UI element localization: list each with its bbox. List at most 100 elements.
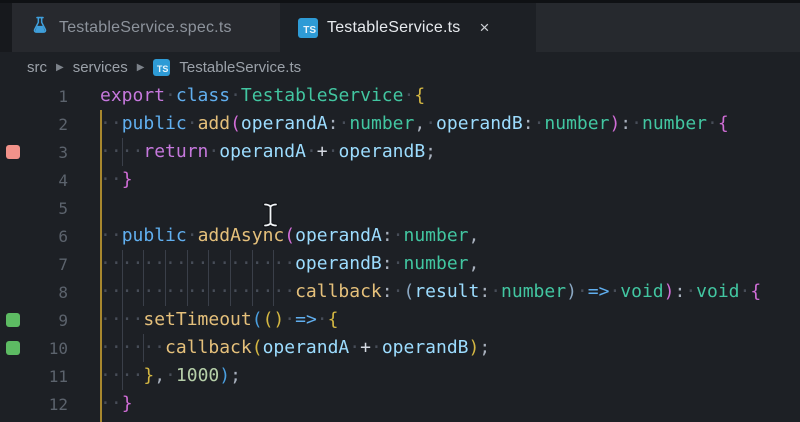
code-line[interactable]: 3 ····return·operandA·+·operandB; [0,138,800,166]
code-token: ) [468,337,480,358]
code-token: ; [230,365,241,386]
indent-guide [143,334,145,362]
code-token: { [327,309,339,330]
code-token: ; [425,141,437,162]
whitespace-dots: · [349,337,361,358]
breadcrumb-services[interactable]: services [73,59,128,76]
code-line[interactable]: 6 ··public·addAsync(operandA:·number, [0,222,800,250]
line-number: 3 [58,142,68,162]
breadcrumb-src[interactable]: src [27,59,47,76]
gutter-marker-cell[interactable] [0,166,26,194]
code-token: , [414,113,426,134]
code-token: TestableService [240,85,404,106]
tab-bar-left-edge [0,3,12,52]
tab-label: TestableService.spec.ts [59,18,232,36]
code-token: operandA [219,141,306,162]
code-line-content[interactable] [68,194,800,222]
code-token: operandA [295,225,382,246]
code-line[interactable]: 5 [0,194,800,222]
code-line[interactable]: 4 ··} [0,166,800,194]
code-token: ) [663,281,675,302]
code-line-content[interactable]: ··public·addAsync(operandA:·number, [68,222,800,250]
gutter-marker-cell[interactable] [0,82,26,110]
whitespace-dots: · [533,113,545,134]
code-line-content[interactable]: ··public·add(operandA:·number,·operandB:… [68,110,800,138]
whitespace-dots: · [165,365,176,386]
code-token: number [403,253,469,274]
whitespace-dots: · [392,253,404,274]
indent-guide [121,306,123,334]
code-token: class [175,85,231,106]
breadcrumb-file[interactable]: TestableService.ts [179,59,301,76]
code-token: + [360,337,371,358]
indent-guide [230,278,232,306]
code-token: , [468,225,480,246]
code-line-content[interactable]: ··················callback:·(result:·num… [68,278,800,306]
tab-testableservice[interactable]: TS TestableService.ts × [280,3,536,52]
whitespace-dots: · [284,309,296,330]
indent-guide [121,250,123,278]
code-line[interactable]: 12 ··} [0,390,800,418]
code-line-content[interactable]: ····return·operandA·+·operandB; [68,138,800,166]
gutter-marker-cell[interactable] [0,390,26,418]
code-line-content[interactable]: ··} [68,166,800,194]
gutter-marker-cell[interactable] [0,222,26,250]
gutter-marker-cell[interactable] [0,138,26,166]
close-icon[interactable]: × [479,19,489,36]
gutter-marker-cell[interactable] [0,110,26,138]
code-line-content[interactable]: ····},·1000); [68,362,800,390]
code-token: operandB [436,113,523,134]
line-number: 11 [48,366,68,386]
indent-guide [121,138,123,166]
code-line-content[interactable]: export·class·TestableService·{ [68,82,800,110]
code-token: callback [295,281,382,302]
gutter-marker-cell[interactable] [0,278,26,306]
whitespace-dots: ·· [100,113,122,134]
code-token: : [381,225,393,246]
code-token: : [381,281,393,302]
code-line[interactable]: 8 ··················callback:·(result:·nu… [0,278,800,306]
code-line-content[interactable]: ··················operandB:·number, [68,250,800,278]
code-line[interactable]: 11 ····},·1000); [0,362,800,390]
code-token: : [522,113,534,134]
code-token: } [121,393,133,414]
code-line[interactable]: 10 ······callback(operandA·+·operandB); [0,334,800,362]
indent-guide [208,278,210,306]
coverage-uncovered-icon [6,145,20,159]
code-token: ) [609,113,621,134]
indent-guide [165,278,167,306]
code-token: => [295,309,317,330]
code-line-content[interactable]: ··} [68,390,800,418]
gutter-marker-cell[interactable] [0,250,26,278]
typescript-icon: TS [153,58,171,76]
code-line[interactable]: 2 ··public·add(operandA:·number,·operandB… [0,110,800,138]
code-line[interactable]: 9 ····setTimeout(()·=>·{ [0,306,800,334]
code-token: ; [479,337,491,358]
code-token: number [544,113,610,134]
code-line-content[interactable]: ······callback(operandA·+·operandB); [68,334,800,362]
whitespace-dots: · [392,225,404,246]
code-token: number [403,225,469,246]
code-token: operandB [338,141,426,162]
code-token: ) [273,309,285,330]
code-token: 1000 [175,365,220,386]
whitespace-dots: ·· [100,393,122,414]
flask-icon [30,15,50,41]
indent-guide [121,278,123,306]
gutter-marker-cell[interactable] [0,334,26,362]
code-token: ) [566,281,577,302]
gutter-marker-cell[interactable] [0,362,26,390]
line-number: 10 [48,338,68,358]
gutter-marker-cell[interactable] [0,306,26,334]
code-editor[interactable]: 1 export·class·TestableService·{2 ··public… [0,82,800,422]
line-number: 12 [48,394,68,414]
whitespace-dots: ·················· [100,253,296,274]
code-line-content[interactable]: ····setTimeout(()·=>·{ [68,306,800,334]
gutter-marker-cell[interactable] [0,194,26,222]
code-token: number [501,281,567,302]
whitespace-dots: ·· [100,225,122,246]
code-line[interactable]: 1 export·class·TestableService·{ [0,82,800,110]
tab-testableservice-spec[interactable]: TestableService.spec.ts [12,3,280,52]
whitespace-dots: · [327,141,339,162]
code-line[interactable]: 7 ··················operandB:·number, [0,250,800,278]
